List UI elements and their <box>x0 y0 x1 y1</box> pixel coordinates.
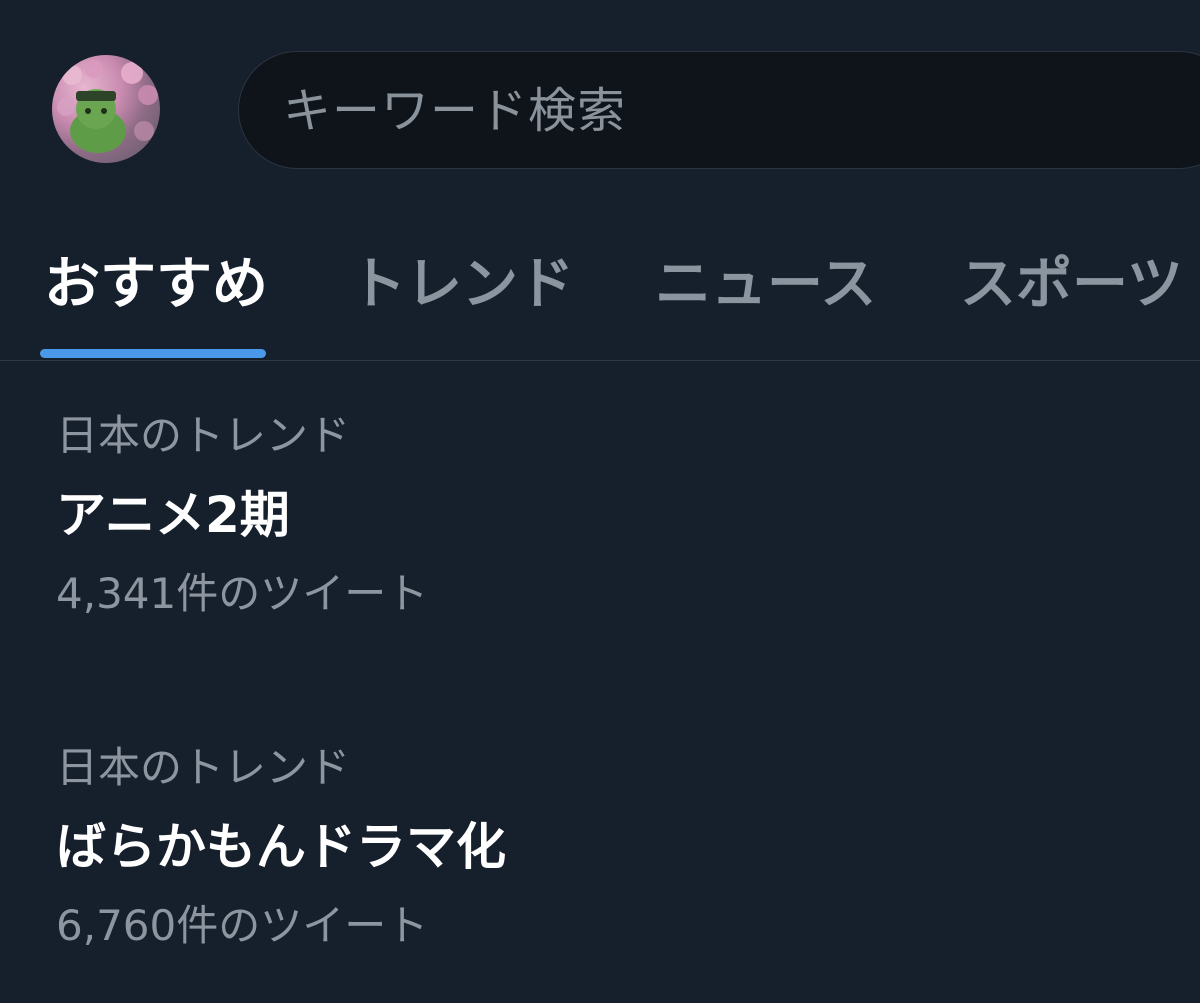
trend-item[interactable]: 日本のトレンド アニメ2期 4,341件のツイート <box>56 410 428 620</box>
trend-tweet-count: 6,760件のツイート <box>56 901 429 950</box>
trend-context: 日本のトレンド <box>56 743 351 792</box>
avatar-image-icon <box>57 60 158 153</box>
trend-context: 日本のトレンド <box>56 411 351 460</box>
tab-bar: おすすめ トレンド ニュース スポーツ <box>0 245 1200 361</box>
trend-title: アニメ2期 <box>56 486 290 544</box>
active-tab-indicator <box>40 349 266 358</box>
top-bar: キーワード検索 <box>0 0 1200 210</box>
tab-trending[interactable]: トレンド <box>350 245 574 361</box>
tab-recommended[interactable]: おすすめ <box>44 245 268 361</box>
trend-item[interactable]: 日本のトレンド ばらかもんドラマ化 6,760件のツイート <box>56 742 506 952</box>
tab-sports[interactable]: スポーツ <box>960 245 1183 361</box>
trend-tweet-count: 4,341件のツイート <box>56 569 429 618</box>
profile-avatar[interactable] <box>52 55 160 163</box>
tab-news[interactable]: ニュース <box>655 245 876 361</box>
search-input[interactable]: キーワード検索 <box>238 51 1200 169</box>
trend-title: ばらかもんドラマ化 <box>56 818 506 876</box>
search-placeholder: キーワード検索 <box>283 83 627 139</box>
